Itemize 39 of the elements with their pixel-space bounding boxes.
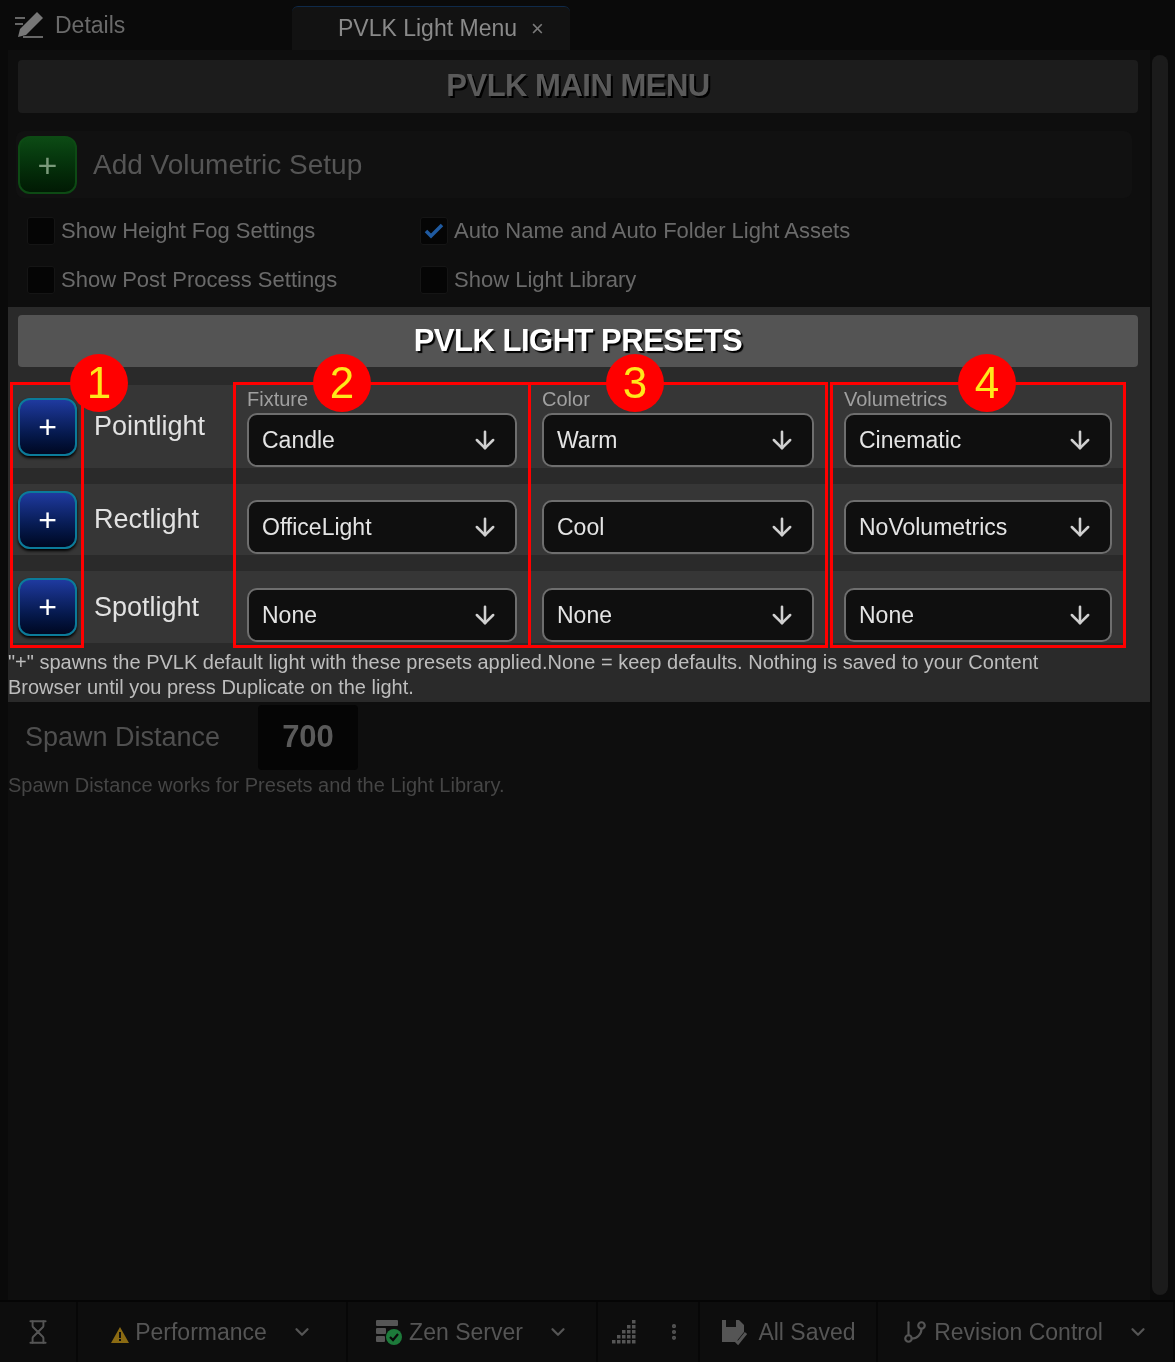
- column-label: Volumetrics: [844, 388, 948, 410]
- save-check-icon: [720, 1318, 749, 1346]
- spawn-light-button[interactable]: +: [18, 578, 77, 636]
- checkbox[interactable]: [420, 216, 448, 245]
- check-icon: [424, 222, 444, 239]
- warning-icon: [111, 1327, 130, 1344]
- branch-icon: [902, 1319, 929, 1345]
- spawn-light-button[interactable]: +: [18, 397, 77, 456]
- panel-tab[interactable]: PVLK Light Menu ×: [292, 6, 570, 50]
- preset-dropdown[interactable]: Candle: [247, 413, 517, 467]
- column-label: Fixture: [247, 388, 309, 410]
- preset-dropdown[interactable]: Cinematic: [844, 413, 1112, 467]
- preset-dropdown[interactable]: None: [247, 588, 517, 642]
- preset-dropdown[interactable]: OfficeLight: [247, 500, 517, 554]
- option-label: Show Post Process Settings: [61, 266, 338, 294]
- option-label: Show Height Fog Settings: [61, 217, 316, 245]
- spawn-light-button[interactable]: +: [18, 490, 77, 549]
- preset-dropdown[interactable]: NoVolumetrics: [844, 500, 1112, 554]
- server-check-icon: [375, 1318, 404, 1346]
- panel-title: Details: [55, 10, 126, 40]
- spawn-distance-label: Spawn Distance: [24, 721, 222, 755]
- pencil-lines-icon: [15, 11, 45, 39]
- main-menu-title: PVLK MAIN MENU: [446, 67, 710, 106]
- dot-grid-icon[interactable]: [612, 1320, 636, 1344]
- light-name: Pointlight: [94, 410, 206, 444]
- option-label: Auto Name and Auto Folder Light Assets: [454, 217, 851, 245]
- add-volumetric-button[interactable]: +: [18, 135, 77, 194]
- add-volumetric-label: Add Volumetric Setup: [93, 147, 363, 182]
- light-name: Rectlight: [94, 503, 200, 537]
- presets-note: "+" spawns the PVLK default light with these presets applied.None = keep defaults. Nothing is saved to your Content Browser until you press Duplicate on the light.: [8, 650, 1040, 700]
- preset-dropdown[interactable]: None: [844, 588, 1112, 642]
- preset-dropdown[interactable]: Warm: [542, 413, 814, 467]
- tab-label: PVLK Light Menu: [338, 14, 517, 44]
- close-button[interactable]: ×: [531, 17, 544, 40]
- option-label: Show Light Library: [454, 266, 637, 294]
- preset-dropdown[interactable]: None: [542, 588, 814, 642]
- light-name: Spotlight: [94, 590, 200, 624]
- preset-dropdown[interactable]: Cool: [542, 500, 814, 554]
- column-label: Color: [542, 388, 590, 410]
